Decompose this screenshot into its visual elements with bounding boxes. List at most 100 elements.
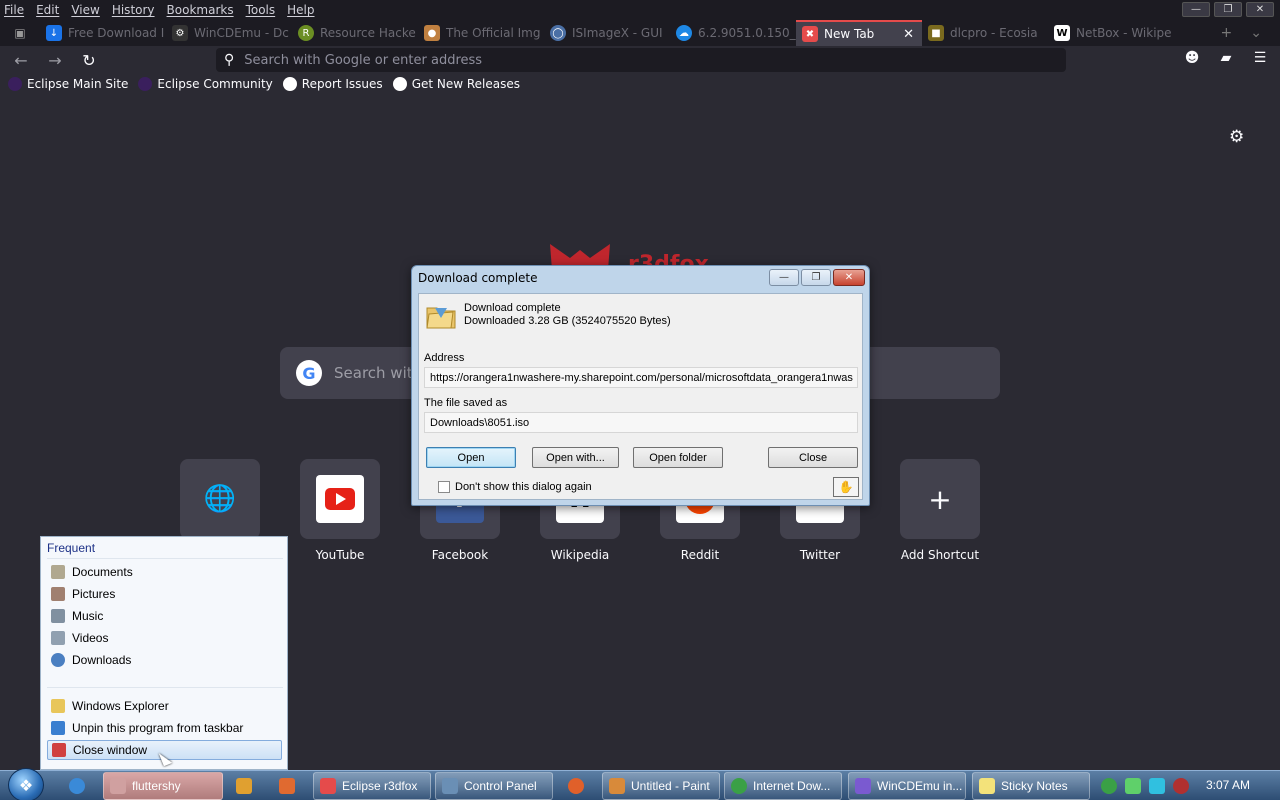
close-window-button[interactable]: ✕ <box>1246 2 1274 17</box>
address-field[interactable]: https://orangera1nwashere-my.sharepoint.… <box>424 367 858 388</box>
jump-item-documents[interactable]: Documents <box>47 562 282 582</box>
pinned-media-player[interactable] <box>229 772 265 800</box>
github-icon <box>282 77 297 91</box>
bookmark-label: Get New Releases <box>411 77 521 91</box>
firefox-view-icon[interactable]: ▣ <box>0 20 40 46</box>
jump-item-windows-explorer[interactable]: Windows Explorer <box>47 696 282 716</box>
bookmark-eclipse-community[interactable]: Eclipse Community <box>138 77 273 91</box>
taskbar-clock[interactable]: 3:07 AM <box>1206 778 1250 792</box>
taskbar-button-fluttershy[interactable]: fluttershy <box>103 772 223 800</box>
youtube-icon <box>316 475 364 523</box>
open-with-button[interactable]: Open with... <box>532 447 619 468</box>
taskbar-button-eclipse-r3dfox[interactable]: Eclipse r3dfox <box>313 772 431 800</box>
safely-remove-tray-icon[interactable] <box>1125 778 1141 794</box>
tile-label-facebook: Facebook <box>431 548 489 562</box>
menu-view[interactable]: View <box>71 3 99 17</box>
monitor-tray-icon[interactable] <box>1149 778 1165 794</box>
pinned-internet-explorer[interactable] <box>62 772 98 800</box>
tab-ecosia[interactable]: ■ dlcpro - Ecosia <box>922 20 1048 46</box>
minimize-button[interactable]: — <box>1182 2 1210 17</box>
dialog-close-x-button[interactable]: ✕ <box>833 269 865 286</box>
shortcut-tile-globe[interactable]: 🌐 <box>180 459 260 539</box>
tab-onedrive[interactable]: ☁ 6.2.9051.0.150_C <box>670 20 796 46</box>
img-icon: ● <box>424 25 440 41</box>
divider <box>47 558 283 559</box>
network-tray-icon[interactable] <box>1101 778 1117 794</box>
jump-item-unpin[interactable]: Unpin this program from taskbar <box>47 718 282 738</box>
restore-button[interactable]: ❐ <box>1214 2 1242 17</box>
taskbar-button-label: Sticky Notes <box>1001 779 1068 793</box>
new-tab-plus-icon[interactable]: + <box>1221 25 1233 41</box>
tab-label: Resource Hacke <box>320 26 416 40</box>
extensions-icon[interactable]: ▰ <box>1216 50 1236 66</box>
add-shortcut-tile[interactable]: + <box>900 459 980 539</box>
list-tabs-icon[interactable]: ⌄ <box>1250 25 1262 41</box>
checkbox-box[interactable] <box>438 481 450 493</box>
dont-show-again-checkbox[interactable]: Don't show this dialog again <box>438 481 592 493</box>
taskbar-button-internet-download[interactable]: Internet Dow... <box>724 772 842 800</box>
tab-new-tab[interactable]: ✖ New Tab ✕ <box>796 20 922 46</box>
documents-folder-icon <box>51 565 65 579</box>
bookmark-get-new-releases[interactable]: Get New Releases <box>392 77 521 91</box>
window-controls: — ❐ ✕ <box>1182 2 1274 17</box>
shortcut-tile-youtube[interactable] <box>300 459 380 539</box>
tab-free-download[interactable]: ↓ Free Download I <box>40 20 166 46</box>
taskbar-jump-list: Frequent Documents Pictures Music Videos… <box>40 536 288 770</box>
open-folder-button[interactable]: Open folder <box>633 447 723 468</box>
hamburger-menu-icon[interactable]: ☰ <box>1250 50 1270 66</box>
saved-as-field[interactable]: Downloads\8051.iso <box>424 412 858 433</box>
divider <box>47 687 283 688</box>
download-heading: Download complete <box>464 302 561 314</box>
url-input[interactable] <box>244 52 945 68</box>
taskbar-button-sticky-notes[interactable]: Sticky Notes <box>972 772 1090 800</box>
forward-button[interactable]: → <box>38 46 72 74</box>
bookmark-report-issues[interactable]: Report Issues <box>282 77 383 91</box>
explorer-folder-icon <box>51 699 65 713</box>
jump-item-music[interactable]: Music <box>47 606 282 626</box>
taskbar-button-label: Eclipse r3dfox <box>342 779 418 793</box>
taskbar-button-label: fluttershy <box>132 779 181 793</box>
reload-button[interactable]: ↻ <box>72 46 106 74</box>
start-button[interactable]: ❖ <box>8 768 44 800</box>
close-tab-icon[interactable]: ✕ <box>903 27 914 42</box>
taskbar-button-control-panel[interactable]: Control Panel <box>435 772 553 800</box>
tab-controls: + ⌄ <box>1221 20 1280 46</box>
jump-item-downloads[interactable]: Downloads <box>47 650 282 670</box>
url-bar[interactable]: ⚲ <box>216 48 1066 72</box>
folder-icon <box>110 778 126 794</box>
taskbar-button-paint[interactable]: Untitled - Paint <box>602 772 720 800</box>
tab-official-img[interactable]: ● The Official Img <box>418 20 544 46</box>
dialog-restore-button[interactable]: ❐ <box>801 269 831 286</box>
gear-icon: ⚙ <box>172 25 188 41</box>
taskbar-button-wincdemu[interactable]: WinCDEmu in... <box>848 772 966 800</box>
newtab-settings-gear-icon[interactable]: ⚙ <box>1229 127 1244 147</box>
menu-history[interactable]: History <box>112 3 155 17</box>
jump-item-label: Pictures <box>72 587 116 601</box>
pinned-paint[interactable] <box>272 772 308 800</box>
menu-edit[interactable]: Edit <box>36 3 59 17</box>
jump-item-label: Close window <box>73 743 148 757</box>
menu-help[interactable]: Help <box>287 3 314 17</box>
close-button[interactable]: Close <box>768 447 858 468</box>
dialog-minimize-button[interactable]: — <box>769 269 799 286</box>
jump-item-pictures[interactable]: Pictures <box>47 584 282 604</box>
drag-hand-icon[interactable]: ✋ <box>833 477 859 497</box>
tab-netbox[interactable]: W NetBox - Wikipe <box>1048 20 1174 46</box>
tab-wincdemu[interactable]: ⚙ WinCDEmu - Dc <box>166 20 292 46</box>
account-icon[interactable]: ☻ <box>1182 50 1202 66</box>
menu-file[interactable]: File <box>4 3 24 17</box>
tab-isimagex[interactable]: ◯ ISImageX - GUI <box>544 20 670 46</box>
menu-bookmarks[interactable]: Bookmarks <box>167 3 234 17</box>
jump-item-label: Unpin this program from taskbar <box>72 721 244 735</box>
download-complete-dialog: Download complete — ❐ ✕ Download complet… <box>411 265 870 506</box>
wincdemu-icon <box>855 778 871 794</box>
open-button[interactable]: Open <box>426 447 516 468</box>
volume-tray-icon[interactable] <box>1173 778 1189 794</box>
jump-item-videos[interactable]: Videos <box>47 628 282 648</box>
jump-item-label: Downloads <box>72 653 132 667</box>
back-button[interactable]: ← <box>4 46 38 74</box>
menu-tools[interactable]: Tools <box>246 3 276 17</box>
tab-resource-hacker[interactable]: R Resource Hacke <box>292 20 418 46</box>
pinned-firefox[interactable] <box>561 772 597 800</box>
bookmark-eclipse-main-site[interactable]: Eclipse Main Site <box>8 77 128 91</box>
